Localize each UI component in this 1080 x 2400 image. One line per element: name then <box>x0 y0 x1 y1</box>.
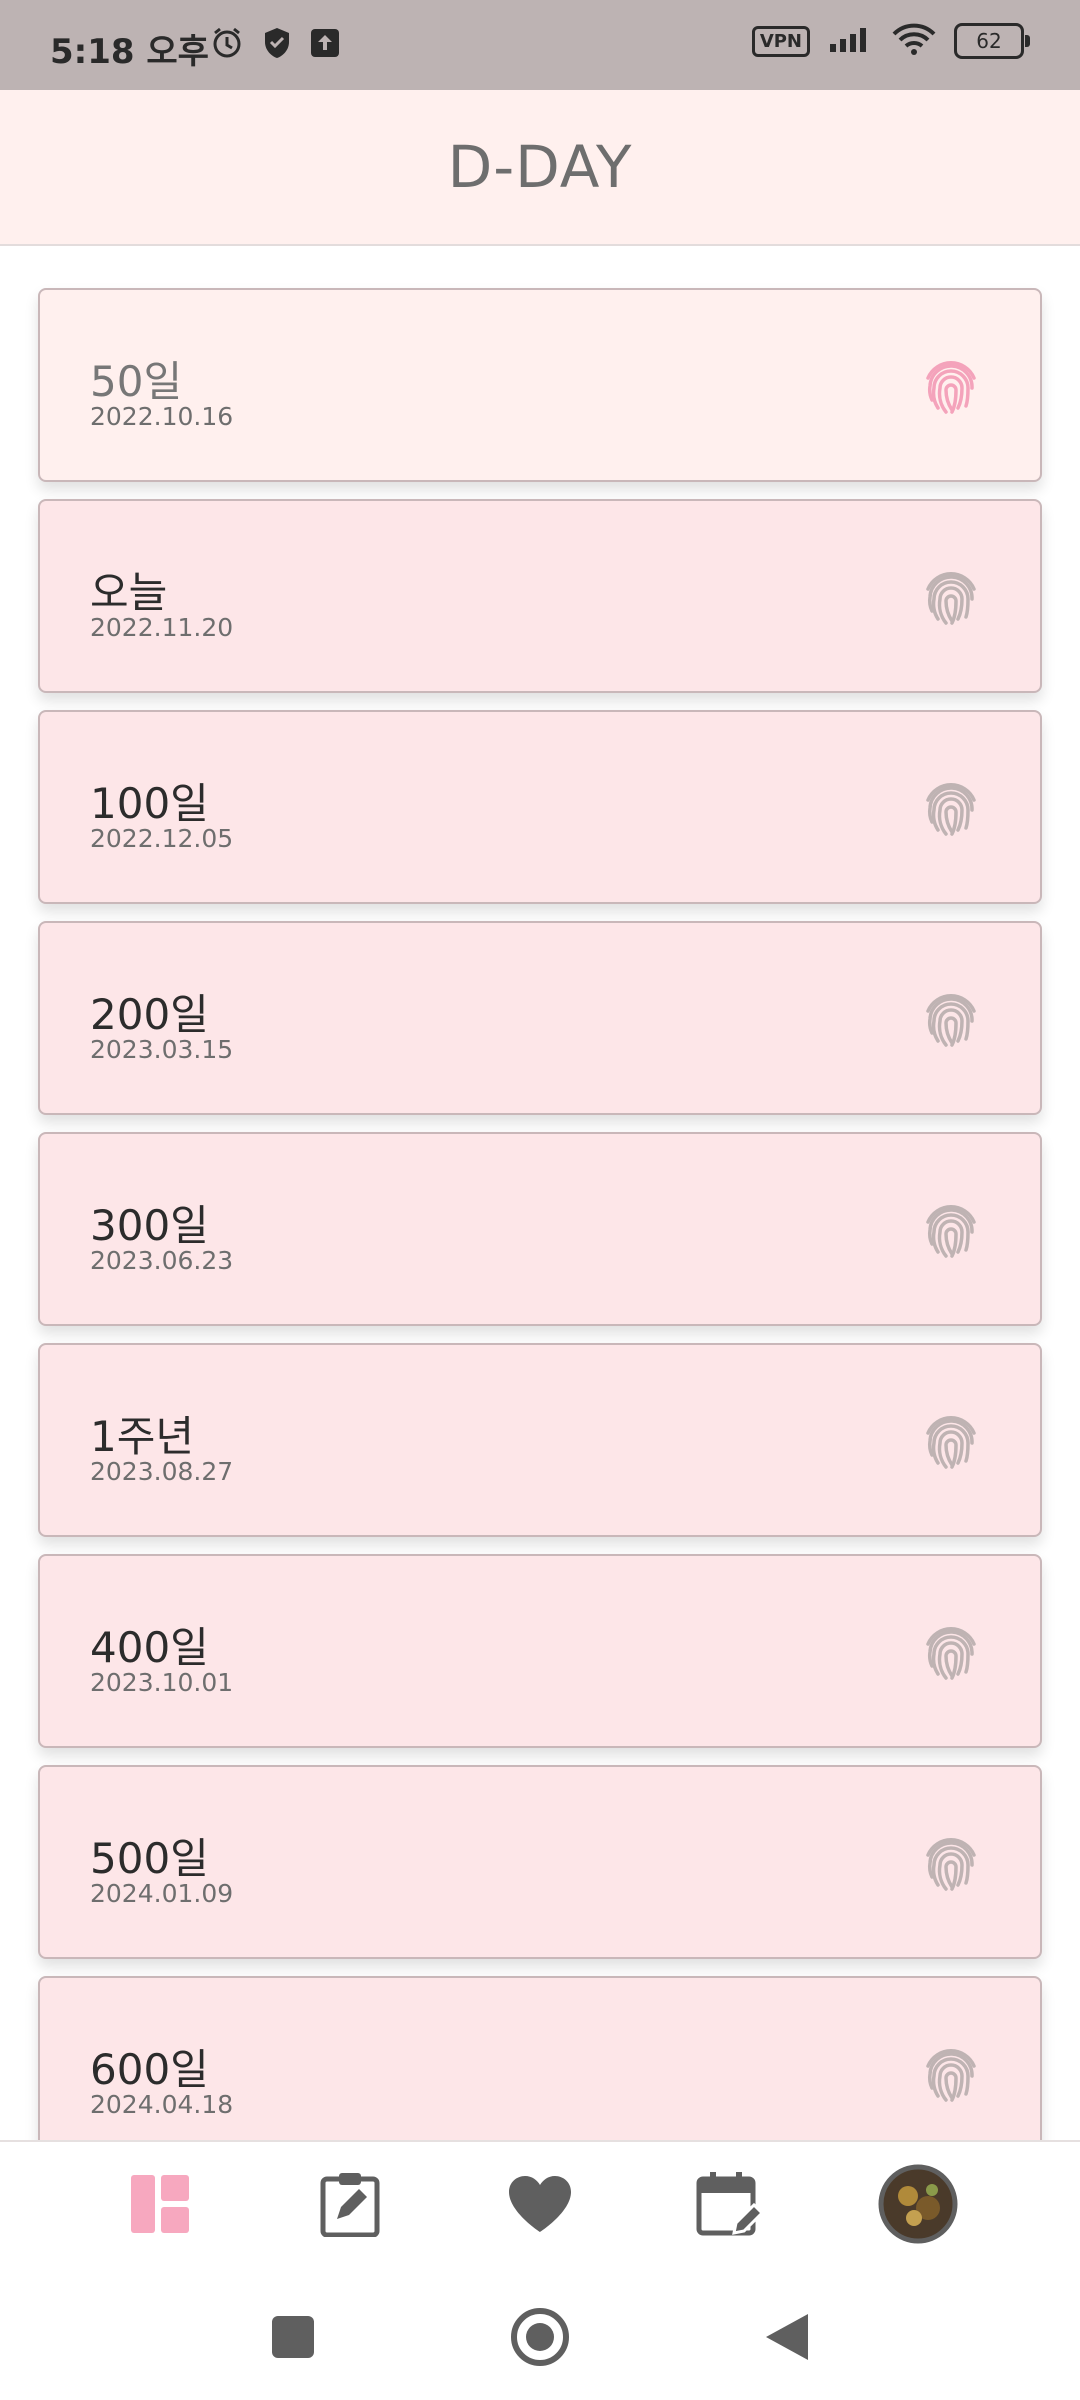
dday-card[interactable]: 오늘 2022.11.20 <box>38 499 1042 693</box>
fingerprint-icon[interactable] <box>918 1618 984 1684</box>
dday-title: 500일 <box>90 1834 209 1883</box>
dday-date: 2023.06.23 <box>90 1246 234 1275</box>
nav-dashboard[interactable] <box>120 2166 200 2246</box>
dday-card[interactable]: 500일 2024.01.09 <box>38 1765 1042 1959</box>
back-button[interactable] <box>752 2304 822 2374</box>
dday-date: 2023.10.01 <box>90 1668 234 1697</box>
signal-icon <box>828 24 874 58</box>
home-circle-icon <box>509 2306 571 2372</box>
dashboard-icon <box>129 2173 191 2239</box>
fingerprint-icon[interactable] <box>918 352 984 418</box>
dday-title: 600일 <box>90 2045 209 2094</box>
upload-icon <box>310 28 340 62</box>
page-title: D-DAY <box>447 133 633 201</box>
dday-date: 2023.03.15 <box>90 1035 234 1064</box>
dday-date: 2024.01.09 <box>90 1879 234 1908</box>
square-icon <box>270 2314 316 2364</box>
dday-title: 1주년 <box>90 1412 195 1461</box>
dday-date: 2022.12.05 <box>90 824 234 853</box>
profile-avatar <box>878 2164 958 2248</box>
shield-icon <box>262 26 292 64</box>
status-bar: 5:18 오후 VPN 62 <box>0 0 1080 90</box>
dday-title: 400일 <box>90 1623 209 1672</box>
dday-card[interactable]: 50일 2022.10.16 <box>38 288 1042 482</box>
dday-card[interactable]: 200일 2023.03.15 <box>38 921 1042 1115</box>
edit-clipboard-icon <box>319 2171 381 2241</box>
wifi-icon <box>892 22 936 60</box>
dday-date: 2023.08.27 <box>90 1457 234 1486</box>
fingerprint-icon[interactable] <box>918 774 984 840</box>
dday-title: 100일 <box>90 779 209 828</box>
fingerprint-icon[interactable] <box>918 1196 984 1262</box>
dday-list: 50일 2022.10.16 오늘 2022.11.20 100일 2022.1… <box>38 288 1042 2187</box>
dday-date: 2022.10.16 <box>90 402 234 431</box>
dday-date: 2022.11.20 <box>90 613 234 642</box>
fingerprint-icon[interactable] <box>918 985 984 1051</box>
system-nav-bar <box>0 2272 1080 2400</box>
dday-card[interactable]: 300일 2023.06.23 <box>38 1132 1042 1326</box>
fingerprint-icon[interactable] <box>918 2040 984 2106</box>
calendar-edit-icon <box>696 2171 765 2241</box>
battery-icon: 62 <box>954 23 1030 59</box>
dday-title: 오늘 <box>90 568 168 617</box>
dday-date: 2024.04.18 <box>90 2090 234 2119</box>
back-triangle-icon <box>762 2310 812 2368</box>
nav-memo[interactable] <box>310 2166 390 2246</box>
nav-calendar[interactable] <box>690 2166 770 2246</box>
heart-icon <box>507 2174 573 2238</box>
home-button[interactable] <box>505 2304 575 2374</box>
fingerprint-icon[interactable] <box>918 1407 984 1473</box>
dday-card[interactable]: 100일 2022.12.05 <box>38 710 1042 904</box>
nav-profile[interactable] <box>878 2164 958 2248</box>
bottom-nav <box>0 2140 1080 2272</box>
app-header: D-DAY <box>0 90 1080 246</box>
dday-title: 200일 <box>90 990 209 1039</box>
nav-heart[interactable] <box>500 2166 580 2246</box>
dday-card[interactable]: 1주년 2023.08.27 <box>38 1343 1042 1537</box>
fingerprint-icon[interactable] <box>918 1829 984 1895</box>
vpn-icon: VPN <box>751 25 810 57</box>
status-time: 5:18 오후 <box>50 32 209 72</box>
dday-title: 50일 <box>90 357 183 406</box>
fingerprint-icon[interactable] <box>918 563 984 629</box>
alarm-icon <box>210 26 244 64</box>
dday-title: 300일 <box>90 1201 209 1250</box>
recent-apps-button[interactable] <box>258 2304 328 2374</box>
dday-card[interactable]: 400일 2023.10.01 <box>38 1554 1042 1748</box>
